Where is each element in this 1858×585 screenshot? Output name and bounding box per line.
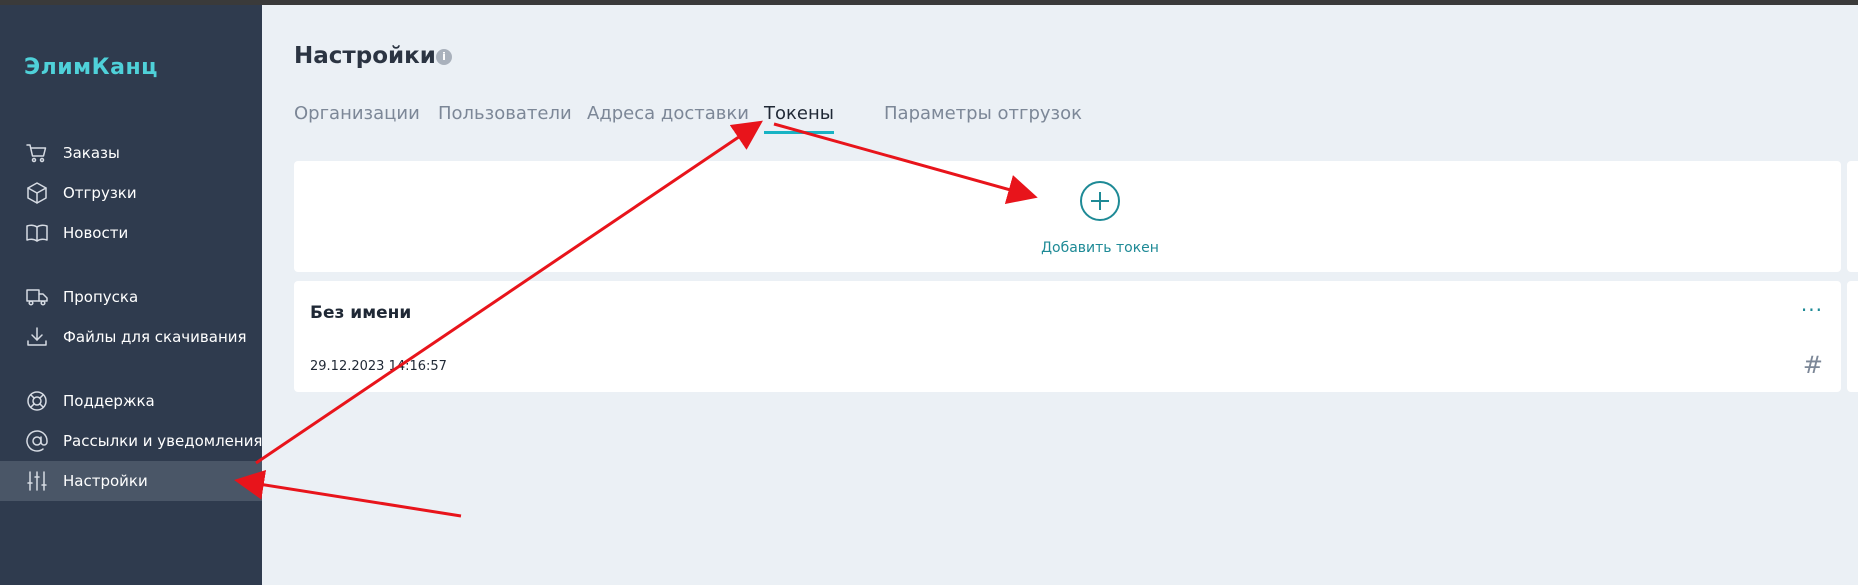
tab-tokens[interactable]: Токены [764,103,834,134]
tab-shipment-parameters[interactable]: Параметры отгрузок [884,103,1082,124]
hash-icon[interactable]: # [1803,351,1823,379]
sidebar-item-passes[interactable]: Пропуска [0,277,262,317]
sidebar-item-downloads[interactable]: Файлы для скачивания [0,317,262,357]
token-name: Без имени [310,303,412,323]
sidebar-item-settings[interactable]: Настройки [0,461,262,501]
sidebar-item-label: Настройки [63,472,148,490]
cart-icon [24,140,50,166]
sidebar-item-label: Поддержка [63,392,155,410]
sidebar-item-news[interactable]: Новости [0,213,262,253]
sliders-icon [24,468,50,494]
logo-text: ЭлимКанц [24,54,158,80]
more-options-icon[interactable]: ··· [1801,300,1823,320]
token-created-date: 29.12.2023 14:16:57 [310,359,447,374]
plus-circle-icon[interactable] [1080,181,1120,221]
at-icon [24,428,50,454]
sidebar-item-label: Файлы для скачивания [63,328,247,346]
book-icon [24,220,50,246]
sidebar-item-label: Рассылки и уведомления [63,432,263,450]
sidebar-item-shipments[interactable]: Отгрузки [0,173,262,213]
download-icon [24,324,50,350]
lifebuoy-icon [24,388,50,414]
add-token-label[interactable]: Добавить токен [294,240,1858,256]
sidebar: ЭлимКанц Заказы Отгрузки Новости Пропуск… [0,5,262,585]
sidebar-item-label: Заказы [63,144,120,162]
tab-organizations[interactable]: Организации [294,103,420,124]
truck-icon [24,284,50,310]
sidebar-item-support[interactable]: Поддержка [0,381,262,421]
tab-delivery-addresses[interactable]: Адреса доставки [587,103,749,124]
card-edge [1847,161,1858,272]
sidebar-item-label: Пропуска [63,288,139,306]
sidebar-item-label: Новости [63,224,129,242]
card-edge [1847,281,1858,392]
page-title: Настройки [294,43,436,69]
sidebar-item-notifications[interactable]: Рассылки и уведомления [0,421,262,461]
box-icon [24,180,50,206]
info-icon[interactable]: i [436,49,452,65]
main-content: Настройки i Организации Пользователи Адр… [262,5,1858,585]
active-tab-underline [764,131,834,134]
brand-logo[interactable]: ЭлимКанц [24,51,158,83]
tab-users[interactable]: Пользователи [438,103,572,124]
sidebar-item-label: Отгрузки [63,184,137,202]
sidebar-item-orders[interactable]: Заказы [0,133,262,173]
add-token-card[interactable]: Добавить токен [294,161,1841,272]
tab-tokens-label: Токены [764,103,834,124]
token-card: Без имени ··· 29.12.2023 14:16:57 # [294,281,1841,392]
